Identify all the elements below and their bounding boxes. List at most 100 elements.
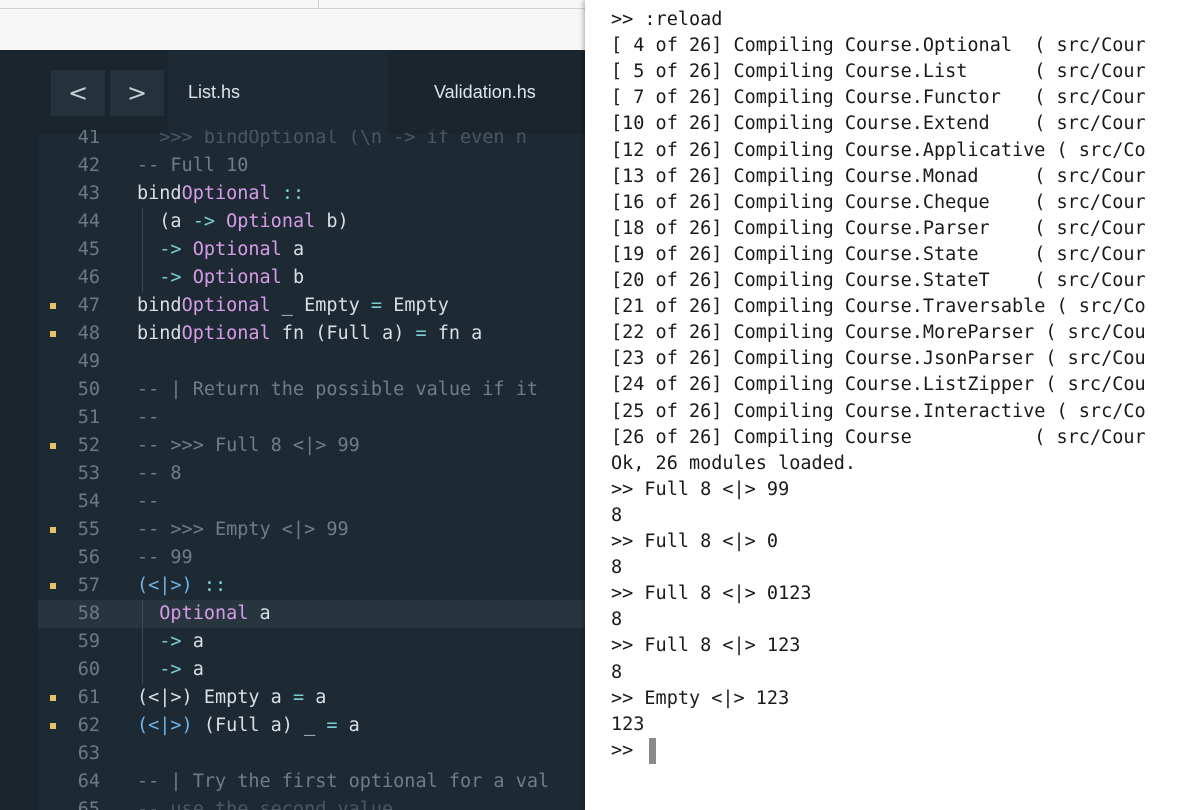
- terminal-line: 123: [611, 713, 645, 735]
- terminal-line: [ 4 of 26] Compiling Course.Optional ( s…: [611, 35, 1146, 57]
- terminal-line: [20 of 26] Compiling Course.StateT ( src…: [611, 270, 1146, 291]
- code-line[interactable]: 41 >>> bindOptional (\n -> if even n: [38, 130, 600, 152]
- code-line[interactable]: 49: [38, 348, 600, 376]
- code-line[interactable]: 48 bindOptional fn (Full a) = fn a: [38, 320, 600, 348]
- line-number: 65: [77, 799, 100, 810]
- line-number: 62: [77, 715, 100, 736]
- code-text: --: [137, 491, 160, 512]
- nav-back-button[interactable]: <: [51, 70, 105, 116]
- code-line[interactable]: 46 -> Optional b: [38, 264, 600, 292]
- code-text: -- 8: [137, 463, 182, 484]
- code-text: -- >>> Full 8 <|> 99: [137, 435, 360, 456]
- code-text: -> a: [159, 659, 204, 680]
- code-text: --: [137, 407, 160, 428]
- terminal-line: [ 7 of 26] Compiling Course.Functor ( sr…: [611, 87, 1146, 109]
- chevron-left-icon: <: [67, 79, 89, 107]
- terminal-line: >> Full 8 <|> 99: [611, 478, 790, 500]
- code-line[interactable]: 42 -- Full 10: [38, 152, 600, 180]
- line-number: 64: [77, 771, 100, 792]
- terminal-line: [18 of 26] Compiling Course.Parser ( src…: [611, 217, 1146, 239]
- code-text: -- >>> Empty <|> 99: [137, 519, 349, 540]
- line-number: 48: [77, 323, 100, 344]
- line-number: 44: [77, 211, 100, 232]
- code-line[interactable]: 43 bindOptional ::: [38, 180, 600, 208]
- terminal-line: [26 of 26] Compiling Course ( src/Cour: [611, 426, 1146, 448]
- line-number: 61: [77, 687, 100, 708]
- code-line[interactable]: 52 -- >>> Full 8 <|> 99: [38, 432, 600, 460]
- code-line[interactable]: 58 Optional a: [38, 600, 600, 628]
- background-window-divider: [0, 0, 319, 8]
- code-text: (<|>) (Full a) _ = a: [137, 715, 360, 736]
- line-number: 43: [77, 183, 100, 204]
- code-text: (<|>) ::: [137, 575, 227, 596]
- terminal-line: [10 of 26] Compiling Course.Extend ( src…: [611, 113, 1146, 135]
- code-text: -- | Return the possible value if it: [137, 379, 538, 400]
- tab-label: Validation.hs: [434, 81, 536, 102]
- terminal-line: 8: [611, 557, 623, 579]
- code-line[interactable]: 45 -> Optional a: [38, 236, 600, 264]
- terminal-prompt: >>: [611, 739, 645, 761]
- terminal-line: [21 of 26] Compiling Course.Traversable …: [611, 296, 1146, 318]
- code-line[interactable]: 53 -- 8: [38, 460, 600, 488]
- terminal-line: 8: [611, 661, 623, 683]
- line-number: 51: [77, 407, 100, 428]
- code-text: Optional a: [159, 603, 271, 624]
- terminal-line: [13 of 26] Compiling Course.Monad ( src/…: [611, 165, 1146, 187]
- indent-guide: [142, 600, 143, 684]
- ghci-terminal[interactable]: >> :reload [ 4 of 26] Compiling Course.Op…: [585, 0, 1200, 810]
- terminal-line: >> :reload: [611, 9, 723, 30]
- code-text: (a -> Optional b): [137, 211, 349, 232]
- code-line[interactable]: 57 (<|>) ::: [38, 572, 600, 600]
- code-line[interactable]: 55 -- >>> Empty <|> 99: [38, 516, 600, 544]
- code-line[interactable]: 56 -- 99: [38, 544, 600, 572]
- code-line[interactable]: 64 -- | Try the first optional for a val: [38, 768, 600, 796]
- code-line[interactable]: 63: [38, 740, 600, 768]
- terminal-line: [22 of 26] Compiling Course.MoreParser (…: [611, 322, 1146, 344]
- terminal-line: Ok, 26 modules loaded.: [611, 452, 857, 474]
- code-line[interactable]: 59 -> a: [38, 628, 600, 656]
- line-number: 60: [77, 659, 100, 680]
- terminal-line: >> Empty <|> 123: [611, 687, 790, 709]
- terminal-line: >> Full 8 <|> 123: [611, 635, 801, 657]
- line-number: 58: [77, 603, 100, 624]
- tab-validation-hs[interactable]: Validation.hs: [434, 50, 536, 134]
- tab-list-hs[interactable]: List.hs: [168, 50, 388, 134]
- line-number: 41: [77, 130, 100, 148]
- code-line[interactable]: 54 --: [38, 488, 600, 516]
- code-line[interactable]: 51 --: [38, 404, 600, 432]
- terminal-line: [19 of 26] Compiling Course.State ( src/…: [611, 243, 1146, 265]
- line-number: 55: [77, 519, 100, 540]
- terminal-line: [16 of 26] Compiling Course.Cheque ( src…: [611, 191, 1146, 213]
- code-line[interactable]: 65 -- use the second value: [38, 796, 600, 810]
- terminal-line: >> Full 8 <|> 0123: [611, 583, 812, 605]
- nav-forward-button[interactable]: >: [110, 70, 164, 116]
- line-number: 47: [77, 295, 100, 316]
- code-line[interactable]: 60 -> a: [38, 656, 600, 684]
- background-window-strip: [0, 0, 600, 51]
- terminal-cursor: [648, 737, 656, 764]
- code-editor: < > List.hs Validation.hs 41 >>> bindOpt…: [0, 50, 600, 810]
- line-number: 49: [77, 351, 100, 372]
- code-line[interactable]: 44 (a -> Optional b): [38, 208, 600, 236]
- line-number: 63: [77, 743, 100, 764]
- line-number: 52: [77, 435, 100, 456]
- code-text: -- | Try the first optional for a val: [137, 771, 550, 792]
- code-line[interactable]: 50 -- | Return the possible value if it: [38, 376, 600, 404]
- code-text: -> Optional a: [159, 239, 305, 260]
- terminal-line: [ 5 of 26] Compiling Course.List ( src/C…: [611, 61, 1146, 83]
- indent-guide: [142, 208, 143, 292]
- line-number: 53: [77, 463, 100, 484]
- code-line[interactable]: 61 (<|>) Empty a = a: [38, 684, 600, 712]
- code-text: -- Full 10: [137, 155, 249, 176]
- code-line[interactable]: 47 bindOptional _ Empty = Empty: [38, 292, 600, 320]
- code-area[interactable]: 41 >>> bindOptional (\n -> if even n 42 --…: [38, 130, 600, 810]
- code-text: bindOptional ::: [137, 183, 305, 204]
- terminal-line: 8: [611, 504, 623, 526]
- code-text: -- 99: [137, 547, 193, 568]
- line-number: 45: [77, 239, 100, 260]
- code-text: (<|>) Empty a = a: [137, 687, 327, 708]
- editor-tab-bar: < > List.hs Validation.hs: [38, 50, 598, 134]
- code-line[interactable]: 62 (<|>) (Full a) _ = a: [38, 712, 600, 740]
- code-text: >>> bindOptional (\n -> if even n: [137, 130, 527, 148]
- terminal-line: [24 of 26] Compiling Course.ListZipper (…: [611, 374, 1146, 396]
